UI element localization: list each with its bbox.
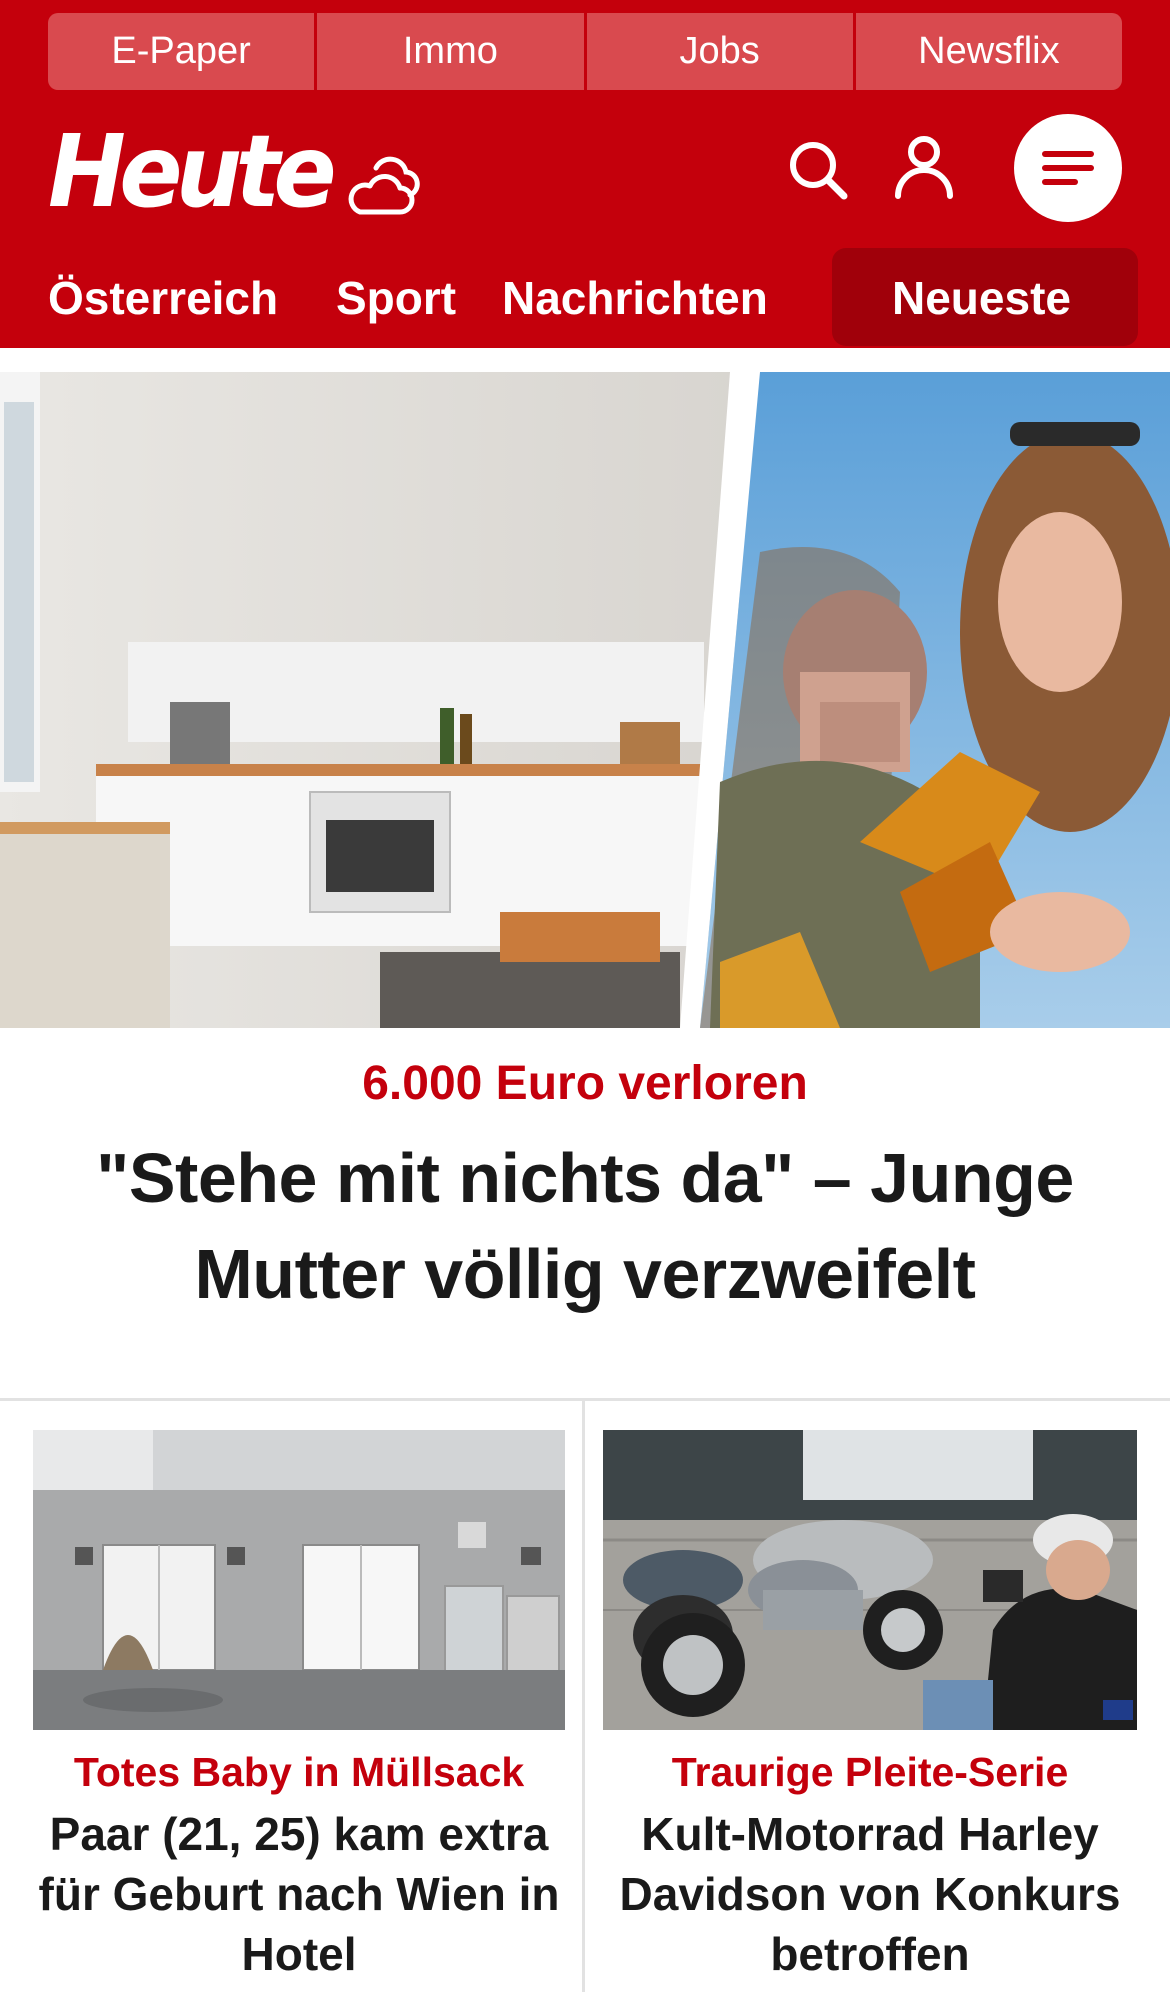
menu-icon	[1042, 151, 1094, 185]
weather-cloud-icon[interactable]	[346, 150, 422, 216]
article-kicker[interactable]: Traurige Pleite-Serie	[603, 1744, 1137, 1800]
article-kicker[interactable]: Totes Baby in Müllsack	[33, 1744, 565, 1800]
section-nav: Österreich Sport Nachrichten Neueste	[0, 248, 1170, 348]
article-title[interactable]: Paar (21, 25) kam extra für Geburt nach …	[33, 1804, 565, 1984]
nav-item-sport[interactable]: Sport	[336, 248, 456, 348]
top-link-newsflix[interactable]: Newsflix	[855, 13, 1122, 90]
article-card[interactable]: Totes Baby in Müllsack Paar (21, 25) kam…	[33, 1430, 565, 1984]
menu-button[interactable]	[1014, 114, 1122, 222]
nav-item-oesterreich[interactable]: Österreich	[48, 248, 278, 348]
hero-image[interactable]	[0, 372, 1170, 1028]
top-link-epaper[interactable]: E-Paper	[48, 13, 315, 90]
section-divider	[0, 1398, 1170, 1401]
nav-item-nachrichten[interactable]: Nachrichten	[502, 248, 768, 348]
page: E-Paper Immo Jobs Newsflix Heute Österre…	[0, 0, 1170, 1992]
site-logo[interactable]: Heute	[48, 122, 337, 222]
nav-item-neueste[interactable]: Neueste	[892, 248, 1071, 348]
article-image[interactable]	[603, 1430, 1137, 1730]
hero-kicker[interactable]: 6.000 Euro verloren	[0, 1052, 1170, 1116]
article-title[interactable]: Kult-Motorrad Harley Davidson von Konkur…	[603, 1804, 1137, 1984]
top-link-jobs[interactable]: Jobs	[586, 13, 853, 90]
top-link-immo[interactable]: Immo	[317, 13, 584, 90]
article-image[interactable]	[33, 1430, 565, 1730]
user-icon[interactable]	[892, 134, 956, 200]
top-links-bar: E-Paper Immo Jobs Newsflix	[48, 13, 1122, 90]
search-icon[interactable]	[786, 138, 850, 202]
column-divider	[582, 1400, 585, 1992]
hero-headline[interactable]: "Stehe mit nichts da" – Junge Mutter völ…	[60, 1130, 1110, 1322]
article-card[interactable]: Traurige Pleite-Serie Kult-Motorrad Harl…	[603, 1430, 1137, 1984]
